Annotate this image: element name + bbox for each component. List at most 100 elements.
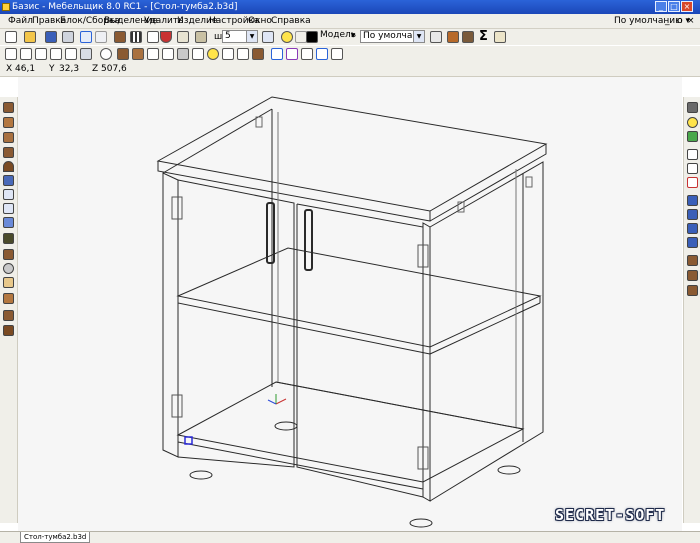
panel-front-icon[interactable] xyxy=(3,132,14,143)
navigate-icon[interactable] xyxy=(316,48,328,60)
measure-icon[interactable] xyxy=(177,31,189,43)
report-icon[interactable] xyxy=(494,31,506,43)
lightbulb-icon[interactable] xyxy=(281,31,293,43)
edge-band-clear-icon[interactable] xyxy=(687,177,698,188)
assembly-icon[interactable] xyxy=(3,325,14,336)
mdi-close-button[interactable]: × xyxy=(687,14,695,28)
edges-icon[interactable] xyxy=(192,48,204,60)
document-tab[interactable]: Стол-тумба2.b3d xyxy=(20,532,91,543)
solid-icon[interactable] xyxy=(132,48,144,60)
section-icon[interactable] xyxy=(252,48,264,60)
zoom-window-icon[interactable] xyxy=(222,48,234,60)
curved-panel-icon[interactable] xyxy=(3,161,14,172)
undo-icon[interactable] xyxy=(80,31,92,43)
facade-icon[interactable] xyxy=(3,233,14,244)
menu-file[interactable]: Файл xyxy=(8,14,33,28)
settings-icon[interactable] xyxy=(430,31,442,43)
menu-help[interactable]: Справка xyxy=(271,14,311,28)
color-swatch-icon[interactable] xyxy=(306,31,318,43)
fit-icon[interactable] xyxy=(331,48,343,60)
pointer-icon[interactable] xyxy=(147,31,159,43)
x-value[interactable]: 46,1 xyxy=(15,62,35,76)
drawer-icon[interactable] xyxy=(3,310,14,321)
mdi-restore-button[interactable]: ▫ xyxy=(676,14,682,28)
rounding-icon[interactable] xyxy=(687,237,698,248)
chevron-down-icon: ▼ xyxy=(246,31,257,42)
dowel-icon[interactable] xyxy=(687,285,698,296)
title-bar: Базис - Мебельщик 8.0 RC1 - [Стол-тумба2… xyxy=(0,0,700,14)
maximize-button[interactable]: □ xyxy=(668,1,680,12)
edge-band-remove-icon[interactable] xyxy=(687,163,698,174)
light-bulb-icon[interactable] xyxy=(687,117,698,128)
y-value[interactable]: 32,3 xyxy=(59,62,79,76)
cut-icon[interactable] xyxy=(687,209,698,220)
view-top-icon[interactable] xyxy=(65,48,77,60)
view-iso-icon[interactable] xyxy=(80,48,92,60)
save-icon[interactable] xyxy=(45,31,57,43)
watermark: SECRET-SOFT xyxy=(555,506,666,524)
document-tab-bar: Стол-тумба2.b3d xyxy=(0,531,700,543)
orbit-icon[interactable] xyxy=(286,48,298,60)
print-icon[interactable] xyxy=(62,31,74,43)
mdi-minimize-button[interactable]: _ xyxy=(665,14,670,28)
xray-icon[interactable] xyxy=(177,48,189,60)
hidden-lines-icon[interactable] xyxy=(162,48,174,60)
properties-icon[interactable] xyxy=(687,131,698,142)
layers-icon[interactable] xyxy=(687,102,698,113)
thickness-select[interactable]: 5 ▼ xyxy=(222,30,258,43)
menu-window[interactable]: Окно xyxy=(248,14,272,28)
z-value[interactable]: 507,6 xyxy=(101,62,127,76)
minimize-button[interactable]: _ xyxy=(655,1,667,12)
zoom-all-icon[interactable] xyxy=(237,48,249,60)
light-icon[interactable] xyxy=(207,48,219,60)
leg-front-right xyxy=(409,518,433,528)
fastener-icon[interactable] xyxy=(3,277,14,288)
panel-icon[interactable] xyxy=(262,31,274,43)
new-file-icon[interactable] xyxy=(5,31,17,43)
rotate-icon[interactable] xyxy=(100,48,112,60)
menu-bar: Файл Правка Блок/Сборка Выделение Удалит… xyxy=(0,14,700,29)
redo-icon[interactable] xyxy=(95,31,107,43)
groove-icon[interactable] xyxy=(687,195,698,206)
split-vertical-icon[interactable] xyxy=(3,189,14,200)
pan-icon[interactable] xyxy=(271,48,283,60)
coordinate-bar: X 46,1 Y 32,3 Z 507,6 xyxy=(0,62,700,77)
block-icon[interactable] xyxy=(114,31,126,43)
shade-icon[interactable] xyxy=(117,48,129,60)
open-folder-icon[interactable] xyxy=(24,31,36,43)
profile-icon[interactable] xyxy=(3,217,14,228)
close-button[interactable]: × xyxy=(681,1,693,12)
view-front-icon[interactable] xyxy=(5,48,17,60)
zoom-icon[interactable] xyxy=(301,48,313,60)
magnet-icon[interactable] xyxy=(160,31,172,43)
pattern-icon[interactable] xyxy=(3,175,14,186)
left-side-panel xyxy=(162,172,179,458)
snap-grid-icon[interactable] xyxy=(130,31,142,43)
split-horizontal-icon[interactable] xyxy=(3,203,14,214)
view-right-icon[interactable] xyxy=(50,48,62,60)
panel-arbitrary-icon[interactable] xyxy=(3,147,14,158)
texture-icon[interactable] xyxy=(447,31,459,43)
material-icon[interactable] xyxy=(462,31,474,43)
right-door-handle xyxy=(304,209,313,271)
sum-icon[interactable]: Σ xyxy=(479,29,488,45)
wireframe-icon[interactable] xyxy=(147,48,159,60)
cabinet-model xyxy=(156,96,548,528)
panel-vertical-icon[interactable] xyxy=(3,117,14,128)
toolbar-view xyxy=(0,46,700,62)
box-icon[interactable] xyxy=(3,249,14,260)
hole-icon[interactable] xyxy=(687,270,698,281)
model-viewport[interactable] xyxy=(18,77,682,531)
pyramid-icon[interactable] xyxy=(3,293,14,304)
view-back-icon[interactable] xyxy=(20,48,32,60)
joint-icon[interactable] xyxy=(687,255,698,266)
hardware-icon[interactable] xyxy=(3,263,14,274)
window-title: Базис - Мебельщик 8.0 RC1 - [Стол-тумба2… xyxy=(12,2,238,12)
view-left-icon[interactable] xyxy=(35,48,47,60)
material-preset-select[interactable]: По умолчанию ▼ xyxy=(360,30,425,43)
edge-band-icon[interactable] xyxy=(687,149,698,160)
view-mode-select[interactable]: Модель ▼ xyxy=(318,30,358,43)
panel-horizontal-icon[interactable] xyxy=(3,102,14,113)
wood-icon[interactable] xyxy=(195,31,207,43)
bevel-icon[interactable] xyxy=(687,223,698,234)
